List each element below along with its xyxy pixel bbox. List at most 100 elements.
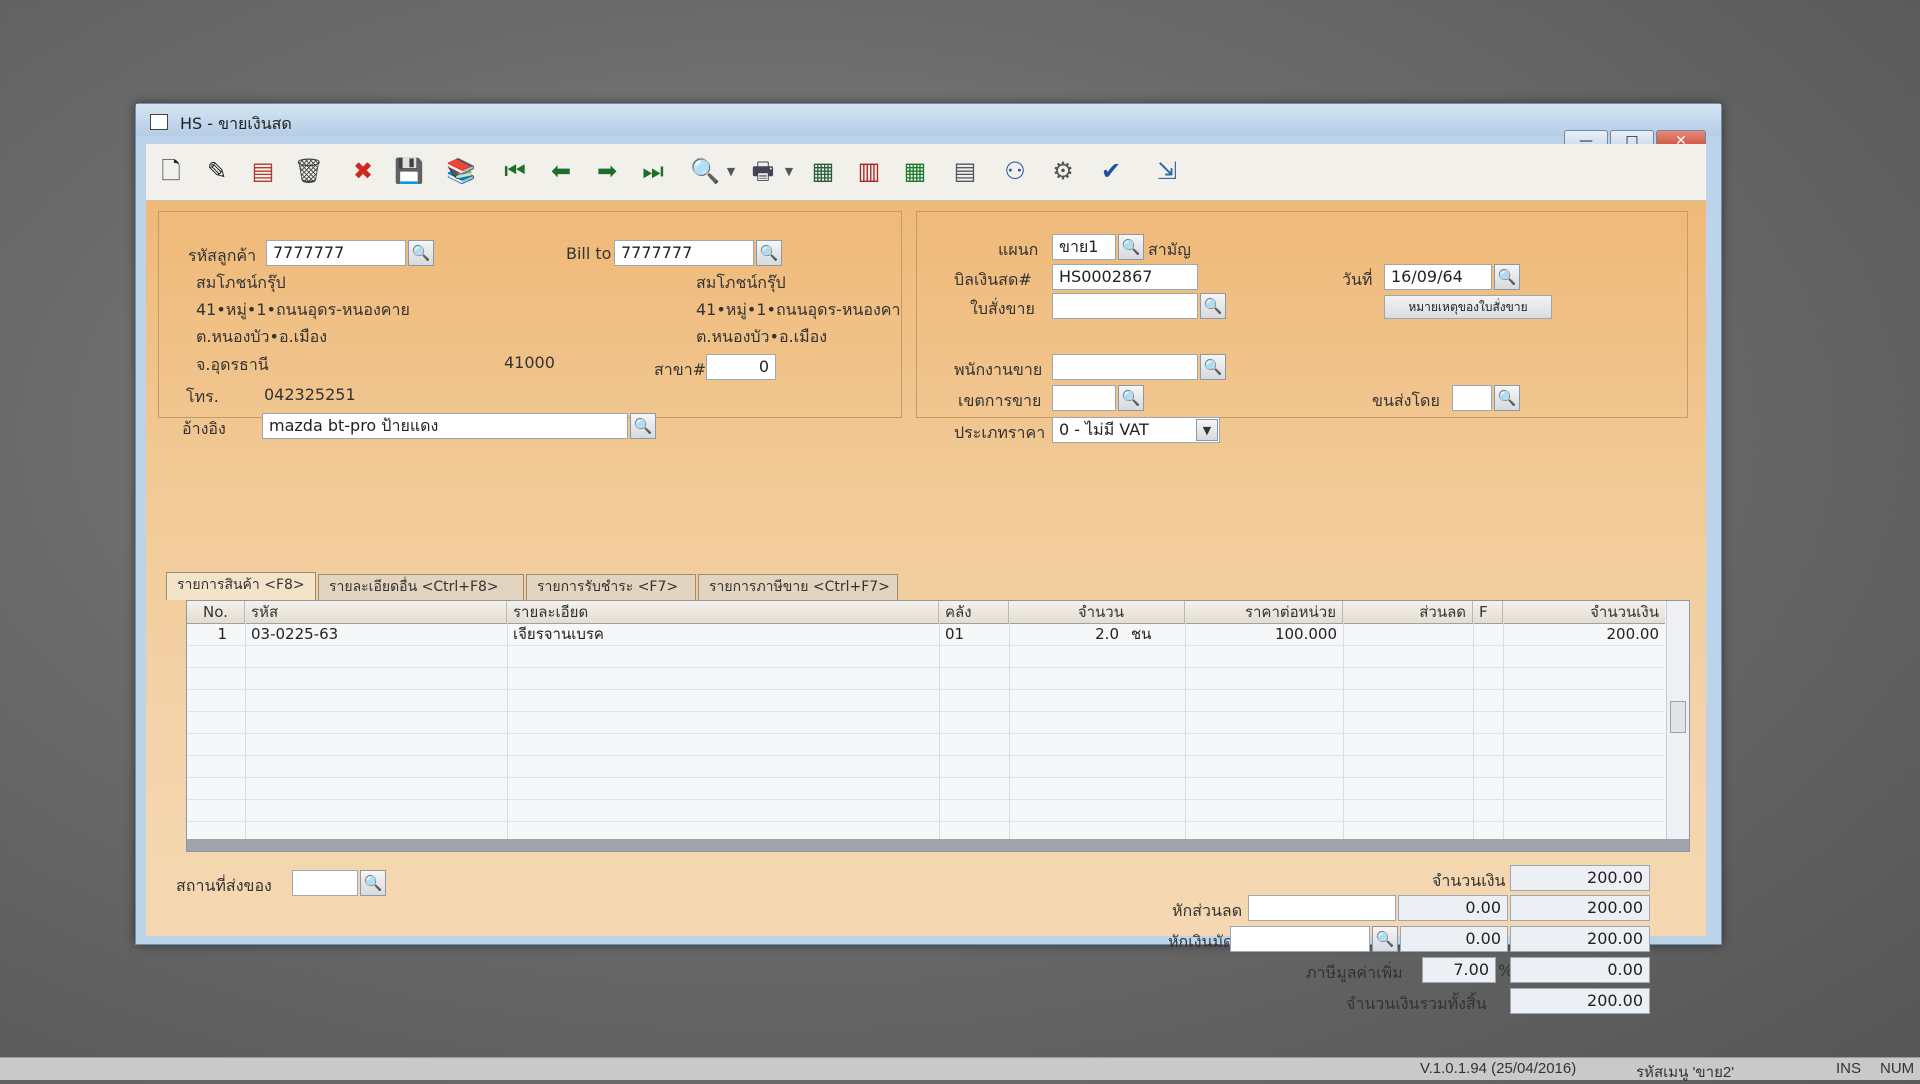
date-input[interactable]: 16/09/64 bbox=[1384, 264, 1492, 290]
after-deposit-value: 200.00 bbox=[1510, 926, 1650, 952]
phone-label: โทร. bbox=[186, 387, 219, 406]
menu-code-text: รหัสเมนู 'ขาย2' bbox=[1636, 1064, 1735, 1081]
window-title: HS - ขายเงินสด bbox=[180, 114, 292, 133]
tab-payments[interactable]: รายการรับชำระ <F7> bbox=[526, 574, 696, 600]
grid-divider bbox=[1343, 623, 1344, 839]
exit-icon[interactable]: ⇲ bbox=[1150, 154, 1184, 188]
delete-icon[interactable]: 🗑 bbox=[292, 154, 326, 188]
row-description: เจียรจานเบรค bbox=[513, 625, 604, 643]
tab-items[interactable]: รายการสินค้า <F8> bbox=[166, 572, 316, 600]
price-type-select[interactable]: 0 - ไม่มี VAT bbox=[1052, 417, 1220, 443]
row-code: 03-0225-63 bbox=[251, 625, 339, 643]
search-icon[interactable]: 🔍 bbox=[360, 870, 386, 896]
department-input[interactable]: ขาย1 bbox=[1052, 234, 1116, 260]
sales-order-note-button[interactable]: หมายเหตุของใบสั่งขาย bbox=[1384, 295, 1552, 319]
detail-icon[interactable]: ▤ bbox=[948, 154, 982, 188]
search-icon[interactable]: 🔍 bbox=[630, 413, 656, 439]
row-warehouse: 01 bbox=[945, 625, 965, 643]
grid-divider bbox=[1473, 623, 1474, 839]
search-icon[interactable]: 🔍 bbox=[756, 240, 782, 266]
search-icon[interactable]: 🔍 bbox=[1118, 234, 1144, 260]
amount-label: จำนวนเงิน bbox=[1432, 871, 1506, 890]
branch-input[interactable]: 0 bbox=[706, 354, 776, 380]
row-unit: ชน bbox=[1131, 625, 1152, 643]
search-icon[interactable]: 🔍 bbox=[1200, 354, 1226, 380]
print-icon[interactable]: 🖶 bbox=[746, 154, 780, 188]
salesman-input[interactable] bbox=[1052, 354, 1198, 380]
document-red-icon[interactable]: ▥ bbox=[852, 154, 886, 188]
ship-by-input[interactable] bbox=[1452, 385, 1492, 411]
insert-mode-indicator: INS bbox=[1836, 1060, 1862, 1077]
calculator-icon[interactable]: ▦ bbox=[806, 154, 840, 188]
col-header-warehouse: คลัง bbox=[939, 601, 1009, 623]
sales-order-input[interactable] bbox=[1052, 293, 1198, 319]
search-icon[interactable]: 🔍 bbox=[1494, 264, 1520, 290]
scrollbar-thumb[interactable] bbox=[1670, 701, 1686, 733]
search-icon[interactable]: 🔍 bbox=[1494, 385, 1520, 411]
customer-zip: 41000 bbox=[504, 353, 555, 372]
grid-divider bbox=[1009, 623, 1010, 839]
grand-total-value: 200.00 bbox=[1510, 988, 1650, 1014]
bill-to-address-line1: 41•หมู่•1•ถนนอุดร-หนองคา bbox=[696, 300, 901, 319]
grid-divider bbox=[939, 623, 940, 839]
table-row[interactable]: 1 03-0225-63 เจียรจานเบรค 01 2.0 ชน 100.… bbox=[187, 623, 1665, 645]
vat-rate-value: 7.00 bbox=[1422, 957, 1496, 983]
items-grid[interactable]: No. รหัส รายละเอียด คลัง จำนวน ราคาต่อหน… bbox=[186, 600, 1690, 852]
customer-name: สมโภชน์กรุ๊ป bbox=[196, 273, 286, 292]
edit-icon[interactable]: ✎ bbox=[200, 154, 234, 188]
document-green-icon[interactable]: ▦ bbox=[898, 154, 932, 188]
next-record-icon[interactable]: ➡ bbox=[590, 154, 624, 188]
grid-divider bbox=[1185, 623, 1186, 839]
settings-icon[interactable]: ⚙ bbox=[1046, 154, 1080, 188]
discount-input[interactable] bbox=[1248, 895, 1396, 921]
chevron-down-icon[interactable]: ▼ bbox=[1196, 419, 1218, 441]
row-unit-price: 100.000 bbox=[1274, 625, 1337, 643]
discount-label: หักส่วนลด bbox=[1172, 901, 1243, 920]
ship-to-label: สถานที่ส่งของ bbox=[176, 876, 272, 895]
ship-to-input[interactable] bbox=[292, 870, 358, 896]
after-discount-value: 200.00 bbox=[1510, 895, 1650, 921]
col-header-quantity: จำนวน bbox=[1009, 601, 1185, 623]
sales-zone-input[interactable] bbox=[1052, 385, 1116, 411]
void-icon[interactable]: ▤ bbox=[246, 154, 280, 188]
search-icon[interactable]: 🔍 bbox=[688, 154, 722, 188]
grid-row-line bbox=[187, 733, 1665, 734]
approve-person-icon[interactable]: ⚇ bbox=[998, 154, 1032, 188]
cash-bill-number-input[interactable]: HS0002867 bbox=[1052, 264, 1198, 290]
search-icon[interactable]: 🔍 bbox=[1372, 926, 1398, 952]
grid-row-line bbox=[187, 645, 1665, 646]
row-quantity: 2.0 bbox=[1095, 625, 1119, 643]
customer-province: จ.อุดรธานี bbox=[196, 355, 269, 374]
grid-row-line bbox=[187, 711, 1665, 712]
grid-row-line bbox=[187, 755, 1665, 756]
reference-label: อ้างอิง bbox=[182, 419, 226, 438]
tab-other-details[interactable]: รายละเอียดอื่น <Ctrl+F8> bbox=[318, 574, 524, 600]
grid-vertical-scrollbar[interactable] bbox=[1666, 601, 1689, 839]
ok-icon[interactable]: ✔ bbox=[1094, 154, 1128, 188]
last-record-icon[interactable]: ⏭ bbox=[636, 154, 670, 188]
previous-record-icon[interactable]: ⬅ bbox=[544, 154, 578, 188]
grid-row-line bbox=[187, 821, 1665, 822]
search-icon[interactable]: 🔍 bbox=[1200, 293, 1226, 319]
new-document-icon[interactable]: 🗋 bbox=[154, 154, 188, 188]
customer-code-input[interactable]: 7777777 bbox=[266, 240, 406, 266]
customer-code-label: รหัสลูกค้า bbox=[188, 246, 257, 265]
reference-input[interactable]: mazda bt-pro ป้ายแดง bbox=[262, 413, 628, 439]
search-icon[interactable]: 🔍 bbox=[1118, 385, 1144, 411]
bill-to-input[interactable]: 7777777 bbox=[614, 240, 754, 266]
first-record-icon[interactable]: ⏮ bbox=[498, 154, 532, 188]
tab-sales-tax[interactable]: รายการภาษีขาย <Ctrl+F7> bbox=[698, 574, 898, 600]
save-icon[interactable]: 💾 bbox=[392, 154, 426, 188]
price-type-label: ประเภทราคา bbox=[954, 423, 1046, 442]
col-header-discount: ส่วนลด bbox=[1343, 601, 1473, 623]
status-bar: V.1.0.1.94 (25/04/2016) รหัสเมนู 'ขาย2' … bbox=[0, 1057, 1920, 1081]
cancel-icon[interactable]: ✖ bbox=[346, 154, 380, 188]
books-icon[interactable]: 📚 bbox=[444, 154, 478, 188]
col-header-description: รายละเอียด bbox=[507, 601, 939, 623]
search-icon[interactable]: 🔍 bbox=[408, 240, 434, 266]
chevron-down-icon[interactable]: ▼ bbox=[724, 154, 738, 188]
deposit-value: 0.00 bbox=[1400, 926, 1508, 952]
deposit-input[interactable] bbox=[1230, 926, 1370, 952]
grid-horizontal-scrollbar[interactable] bbox=[187, 839, 1689, 851]
chevron-down-icon[interactable]: ▼ bbox=[782, 154, 796, 188]
